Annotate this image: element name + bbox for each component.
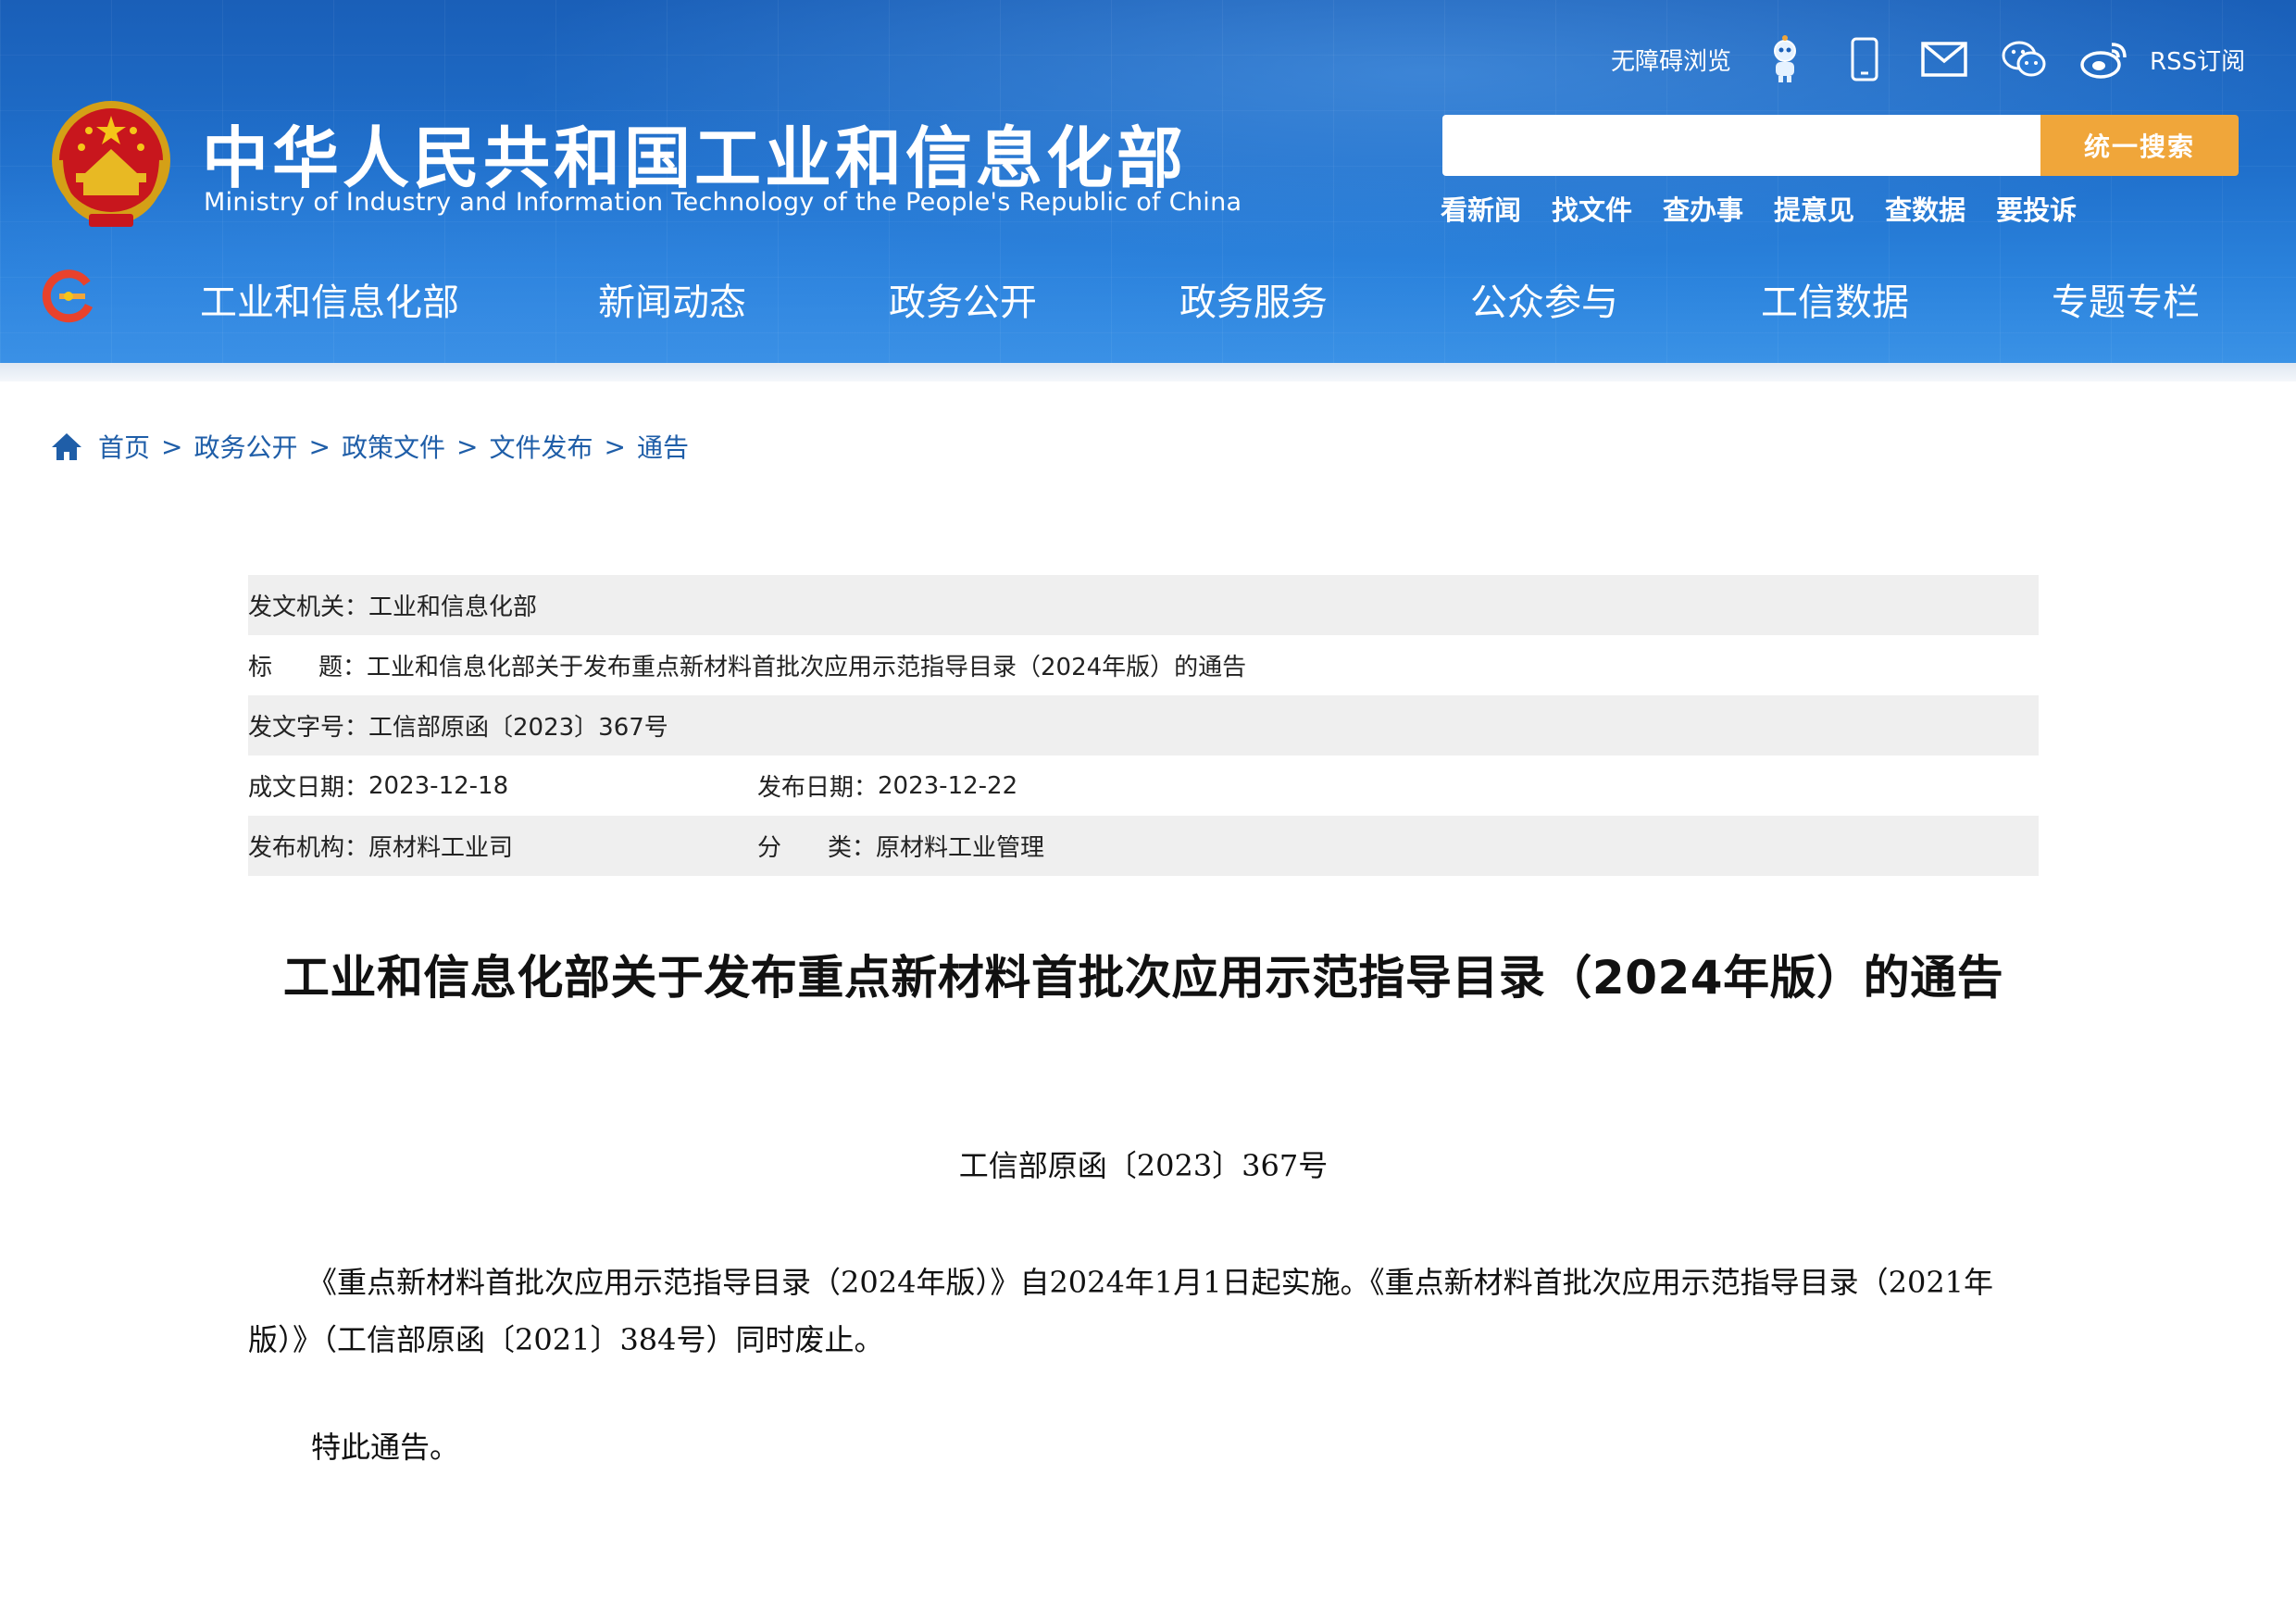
article-title: 工业和信息化部关于发布重点新材料首批次应用示范指导目录（2024年版）的通告 <box>282 951 2004 1005</box>
meta-cell-written-date: 成文日期： 2023-12-18 <box>248 768 757 803</box>
meta-label-org: 发布机构： <box>248 834 369 862</box>
meta-cell-issuer: 发文机关： 工业和信息化部 <box>248 588 537 622</box>
meta-value-category: 原材料工业管理 <box>876 834 1045 862</box>
meta-value-written-date: 2023-12-18 <box>368 771 509 800</box>
article-doc-number: 工信部原函〔2023〕367号 <box>958 1148 1329 1183</box>
nav-item-public-participation[interactable]: 公众参与 <box>1470 272 1618 326</box>
meta-label-issuer: 发文机关： <box>248 593 369 621</box>
nav-item-data[interactable]: 工信数据 <box>1761 272 1909 326</box>
quick-link-services[interactable]: 查办事 <box>1663 189 1743 228</box>
quick-link-suggestions[interactable]: 提意见 <box>1774 189 1854 228</box>
meta-label-title-first: 标 <box>248 654 273 681</box>
breadcrumb-home[interactable]: 首页 <box>98 428 150 465</box>
meta-row-doc-number: 发文字号： 工信部原函〔2023〕367号 <box>248 695 2039 756</box>
meta-value-issuer: 工业和信息化部 <box>368 593 538 621</box>
quick-link-complaints[interactable]: 要投诉 <box>1996 189 2077 228</box>
meta-label-title-second: 题： <box>318 654 368 681</box>
quick-links: 看新闻 找文件 查办事 提意见 查数据 要投诉 <box>1441 189 2107 228</box>
breadcrumb-notices[interactable]: 通告 <box>637 428 689 465</box>
header-divider <box>0 363 2296 381</box>
meta-value-org: 原材料工业司 <box>368 834 514 862</box>
breadcrumb: 首页 > 政务公开 > 政策文件 > 文件发布 > 通告 <box>50 424 689 468</box>
national-emblem-icon[interactable] <box>48 95 174 230</box>
meta-cell-title: 标 题： 工业和信息化部关于发布重点新材料首批次应用示范指导目录（2024年版）… <box>248 648 1246 682</box>
meta-label-category-second: 类： <box>828 834 877 862</box>
meta-value-published-date: 2023-12-22 <box>878 771 1018 800</box>
quick-link-data[interactable]: 查数据 <box>1885 189 1965 228</box>
wechat-icon[interactable] <box>1998 33 2050 85</box>
quick-link-files[interactable]: 找文件 <box>1552 189 1632 228</box>
search-input[interactable] <box>1442 115 2040 176</box>
quick-link-news[interactable]: 看新闻 <box>1441 189 1521 228</box>
mobile-icon[interactable] <box>1839 33 1890 85</box>
meta-label-written-date: 成文日期： <box>248 774 369 802</box>
meta-value-doc-number: 工信部原函〔2023〕367号 <box>368 714 668 742</box>
breadcrumb-file-release[interactable]: 文件发布 <box>489 428 593 465</box>
site-subtitle: Ministry of Industry and Information Tec… <box>204 188 1242 217</box>
meta-label-doc-number: 发文字号： <box>248 714 369 742</box>
meta-row-title: 标 题： 工业和信息化部关于发布重点新材料首批次应用示范指导目录（2024年版）… <box>248 635 2039 695</box>
meta-row-issuer: 发文机关： 工业和信息化部 <box>248 575 2039 635</box>
meta-row-dates: 成文日期： 2023-12-18 发布日期： 2023-12-22 <box>248 756 2039 816</box>
unified-search-button[interactable]: 统一搜索 <box>2040 115 2239 176</box>
breadcrumb-separator: > <box>161 431 183 462</box>
site-title: 中华人民共和国工业和信息化部 <box>202 119 1188 197</box>
nav-item-gov-affairs[interactable]: 政务公开 <box>889 272 1037 326</box>
nav-item-gov-services[interactable]: 政务服务 <box>1179 272 1328 326</box>
mail-icon[interactable] <box>1918 33 1970 85</box>
nav-item-topics[interactable]: 专题专栏 <box>2052 272 2200 326</box>
ministry-logo-icon[interactable] <box>41 269 96 324</box>
meta-cell-org: 发布机构： 原材料工业司 <box>248 829 757 863</box>
nav-item-ministry[interactable]: 工业和信息化部 <box>200 272 459 326</box>
breadcrumb-policy-files[interactable]: 政策文件 <box>342 428 445 465</box>
meta-cell-category: 分 类： 原材料工业管理 <box>757 829 1044 863</box>
main-nav: 工业和信息化部 新闻动态 政务公开 政务服务 公众参与 工信数据 专题专栏 <box>0 259 2296 337</box>
weibo-icon[interactable] <box>2078 33 2129 85</box>
meta-value-title: 工业和信息化部关于发布重点新材料首批次应用示范指导目录（2024年版）的通告 <box>367 654 1247 681</box>
breadcrumb-gov-affairs[interactable]: 政务公开 <box>193 428 297 465</box>
accessibility-link[interactable]: 无障碍浏览 <box>1611 43 1731 77</box>
robot-icon[interactable] <box>1759 33 1811 85</box>
meta-row-org-category: 发布机构： 原材料工业司 分 类： 原材料工业管理 <box>248 816 2039 876</box>
breadcrumb-separator: > <box>455 431 479 462</box>
nav-item-news[interactable]: 新闻动态 <box>598 272 746 326</box>
article-closing: 特此通告。 <box>311 1430 460 1465</box>
home-icon[interactable] <box>50 430 83 463</box>
meta-label-published-date: 发布日期： <box>757 774 879 802</box>
rss-link[interactable]: RSS订阅 <box>2150 43 2245 77</box>
site-header: 中华人民共和国工业和信息化部 Ministry of Industry and … <box>0 0 2296 363</box>
breadcrumb-separator: > <box>604 431 626 462</box>
meta-label-category-first: 分 <box>757 834 782 862</box>
document-meta-table: 发文机关： 工业和信息化部 标 题： 工业和信息化部关于发布重点新材料首批次应用… <box>248 575 2039 876</box>
breadcrumb-separator: > <box>308 431 331 462</box>
article-paragraph: 《重点新材料首批次应用示范指导目录（2024年版）》自2024年1月1日起实施。… <box>248 1265 1994 1357</box>
meta-cell-doc-number: 发文字号： 工信部原函〔2023〕367号 <box>248 708 668 743</box>
top-toolbar: 无障碍浏览 RSS订阅 <box>1611 30 2245 89</box>
meta-cell-published-date: 发布日期： 2023-12-22 <box>757 768 1017 803</box>
